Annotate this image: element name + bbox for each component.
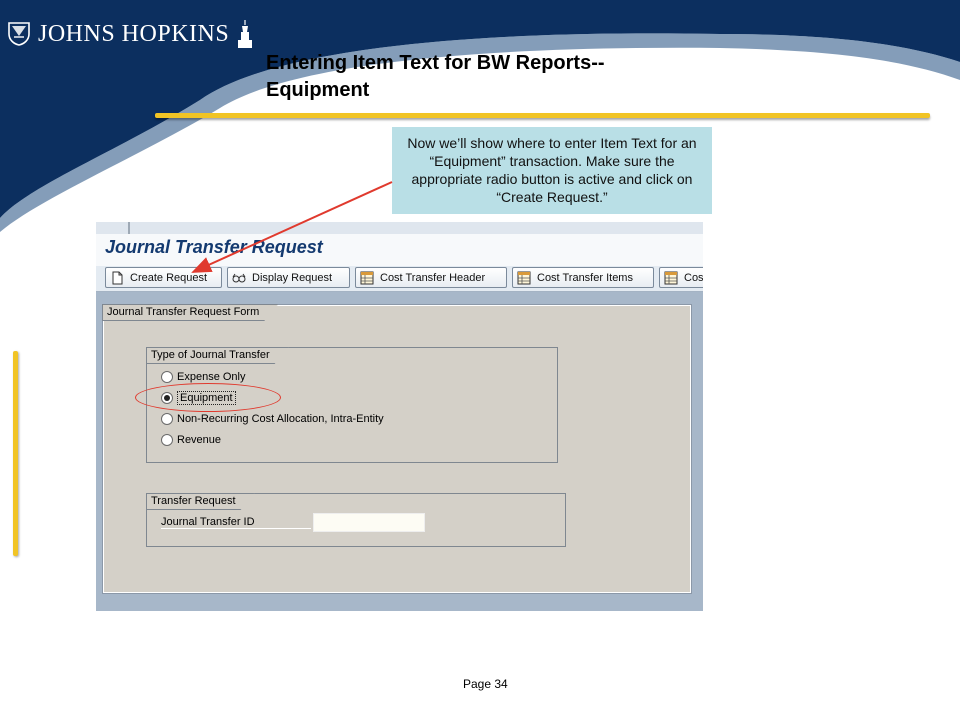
- radio-revenue[interactable]: Revenue: [161, 431, 221, 449]
- sap-screen-title: Journal Transfer Request: [105, 237, 323, 257]
- left-accent-bar: [13, 351, 18, 556]
- radio-non-recurring[interactable]: Non-Recurring Cost Allocation, Intra-Ent…: [161, 410, 384, 428]
- table-icon: [360, 271, 374, 284]
- form-title-tab: Journal Transfer Request Form: [102, 304, 278, 321]
- sap-window: Journal Transfer Request Create Request …: [96, 222, 703, 611]
- table-icon: [664, 271, 678, 284]
- equipment-highlight-ellipse: [135, 383, 281, 412]
- sap-top-strip: [96, 222, 703, 234]
- title-underline: [155, 113, 930, 118]
- display-request-button[interactable]: Display Request: [227, 267, 350, 288]
- johns-hopkins-logo: JOHNS HOPKINS: [8, 14, 253, 54]
- create-request-button[interactable]: Create Request: [105, 267, 222, 288]
- journal-transfer-id-label: Journal Transfer ID: [161, 516, 311, 529]
- slide-title: Entering Item Text for BW Reports--Equip…: [266, 52, 605, 101]
- radio-label: Non-Recurring Cost Allocation, Intra-Ent…: [177, 413, 384, 425]
- logo-wordmark: JOHNS HOPKINS: [38, 20, 230, 47]
- cost-transfer-items-button[interactable]: Cost Transfer Items: [512, 267, 654, 288]
- create-request-label: Create Request: [130, 271, 208, 284]
- journal-transfer-request-form: Journal Transfer Request Form Type of Jo…: [102, 304, 692, 594]
- radio-button[interactable]: [161, 434, 173, 446]
- sap-title-bar: Journal Transfer Request: [96, 234, 703, 266]
- radio-button[interactable]: [161, 413, 173, 425]
- journal-transfer-id-input[interactable]: [313, 513, 425, 532]
- display-request-label: Display Request: [252, 271, 333, 284]
- transfer-group-title: Transfer Request: [146, 493, 255, 510]
- radio-label: Revenue: [177, 434, 222, 446]
- radio-button[interactable]: [161, 371, 173, 383]
- tower-icon: [238, 20, 253, 48]
- radio-label: Expense Only: [177, 371, 246, 383]
- cost-transfer-more-button[interactable]: Cos: [659, 267, 703, 288]
- cost-transfer-items-label: Cost Transfer Items: [537, 271, 633, 284]
- cost-transfer-more-label: Cos: [684, 271, 703, 284]
- page-number: Page 34: [463, 677, 508, 691]
- table-icon: [517, 271, 531, 284]
- cost-transfer-header-label: Cost Transfer Header: [380, 271, 486, 284]
- sap-application-toolbar: Create Request Display Request Cost Tran…: [96, 266, 703, 292]
- glasses-icon: [232, 273, 246, 282]
- transfer-request-group: Transfer Request Journal Transfer ID: [146, 493, 566, 547]
- type-group-title: Type of Journal Transfer: [146, 347, 289, 364]
- instruction-callout: Now we’ll show where to enter Item Text …: [392, 127, 712, 214]
- crest-icon: [8, 22, 30, 46]
- cost-transfer-header-button[interactable]: Cost Transfer Header: [355, 267, 507, 288]
- document-icon: [112, 271, 123, 284]
